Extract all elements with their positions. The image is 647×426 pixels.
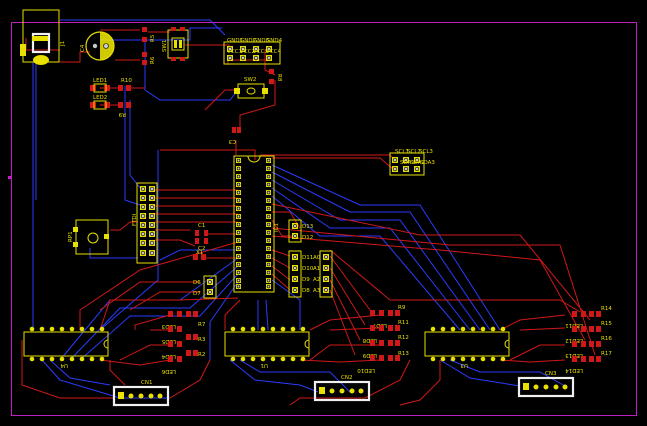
r17-resistor[interactable]: R17 [589,351,612,362]
led1-label: LED1 [93,78,107,84]
r12-resistor[interactable]: R12 [388,335,409,346]
cn3-connector[interactable]: CN3 [517,371,575,398]
a0-label: A0 [313,255,321,261]
d12-label: D12 [302,235,313,241]
led10[interactable]: LED10 [357,355,384,373]
r17-label: R17 [601,351,612,357]
ic1-pins [236,158,271,289]
u1-driver-ic[interactable]: U1 [224,326,310,368]
led2-label: LED2 [93,95,107,101]
origin-marker [8,176,11,179]
sw2-switch[interactable]: SW2 [234,77,268,99]
r5-label: R5 [150,34,156,42]
r6-resistor[interactable]: R6 [142,52,156,65]
ftdi-pads [140,186,155,256]
r13-resistor[interactable]: R13 [388,351,409,361]
rp1-potentiometer[interactable]: RP1 [68,219,109,255]
sda3-label: SDA3 [420,160,435,166]
middle-led-group[interactable]: LED7 LED8 LED9 LED10 R9 R11 R12 R13 [357,305,410,373]
r16-resistor[interactable]: R16 [589,336,612,347]
led11[interactable]: LED11 [565,311,586,328]
x1-label: X1 [196,250,203,256]
u1-label: U1 [260,362,268,368]
left-led-group[interactable]: LED3 LED5 LED4 LED6 R7 R3 R2 [161,311,206,374]
c1-label: C1 [198,223,205,229]
r15-resistor[interactable]: R15 [589,321,612,332]
led6-label: LED6 [161,368,176,374]
r14-resistor[interactable]: R14 [589,306,612,317]
d8-label: D8 [302,288,310,294]
ftdi-label: FTDI [132,213,138,226]
d6-label: D6 [193,280,201,286]
d6-d7-header[interactable]: D6 D7 [193,275,217,299]
u3-label: U3 [460,362,468,368]
d10-label: D10 [302,266,314,272]
r11-resistor[interactable]: R11 [388,320,409,331]
r7-label: R7 [198,322,206,328]
r8-label: R8 [276,74,282,82]
bottom-layer-traces [32,19,566,399]
r6-label: R6 [150,56,156,64]
d13-label: D13 [302,224,314,230]
r9-mid-resistor[interactable]: R9 [388,305,406,316]
d9-label: D9 [302,277,310,283]
led14-label: LED14 [565,367,583,373]
sw1-label: SW1 [162,40,168,52]
pcb-layout-canvas[interactable]: J1 C4 R5 R6 SW1 GND1 GND2 GND3 GND4 VCC1… [0,0,647,426]
r3-resistor[interactable]: R3 [186,334,206,343]
ic1-microcontroller[interactable]: IC1 [233,155,280,293]
d7-label: D7 [193,291,201,297]
r11-label: R11 [398,320,409,326]
r2-resistor[interactable]: R2 [186,350,205,358]
r12-label: R12 [398,335,409,341]
r3-label: R3 [198,337,206,343]
sw2-label: SW2 [244,77,256,83]
cn1-label: CN1 [141,380,152,386]
a2-label: A2 [313,277,320,283]
c1-capacitor[interactable]: C1 [195,223,208,236]
a1-label: A1 [313,266,320,272]
d12-d13-header[interactable]: D13 D12 [288,219,314,243]
d11-label: D11 [302,255,313,261]
led1[interactable]: LED1 [90,78,110,93]
ftdi-header[interactable]: FTDI [132,182,158,264]
r9-mid-label: R9 [398,305,406,311]
power-header-block[interactable]: GND1 GND2 GND3 GND4 VCC1 VCC2 VCC3 VCC4 [223,38,283,65]
ic1-label: IC1 [274,223,280,232]
scl3-label: SCL3 [419,149,433,155]
led10-label: LED10 [357,367,375,373]
r2-label: R2 [198,352,205,358]
j1-label: J1 [60,41,66,47]
r16-label: R16 [601,336,612,342]
u4-label: U4 [60,362,68,368]
j1-power-jack[interactable]: J1 [20,9,66,65]
c3-label: C3 [228,138,236,144]
u3-driver-ic[interactable]: U3 [424,326,510,368]
r9-label: R9 [118,111,126,117]
cn2-label: CN2 [341,375,352,381]
rp1-label: RP1 [68,231,74,242]
cn2-connector[interactable]: CN2 [313,375,371,402]
r14-label: R14 [601,306,612,312]
gnd4-label: GND4 [266,38,283,44]
r15-label: R15 [601,321,612,327]
a3-label: A3 [313,288,321,294]
c4-capacitor[interactable]: C4 [80,31,115,61]
r10-label: R10 [121,78,132,84]
c4-label: C4 [80,44,86,52]
r13-label: R13 [398,351,409,357]
i2c-header[interactable]: SCL1 SCL2 SCL3 SDA1 SDA2 SDA3 [389,149,435,176]
cn1-connector[interactable]: CN1 [112,380,170,407]
led2[interactable]: LED2 [90,95,110,110]
digital-analog-header[interactable]: D11 D10 D9 D8 A0 A1 A2 A3 [288,250,333,298]
c3-capacitor[interactable]: C3 [228,127,241,144]
vcc4-label: VCC4 [266,49,281,55]
r7-extra-pad [186,311,191,317]
cn3-label: CN3 [545,371,557,377]
